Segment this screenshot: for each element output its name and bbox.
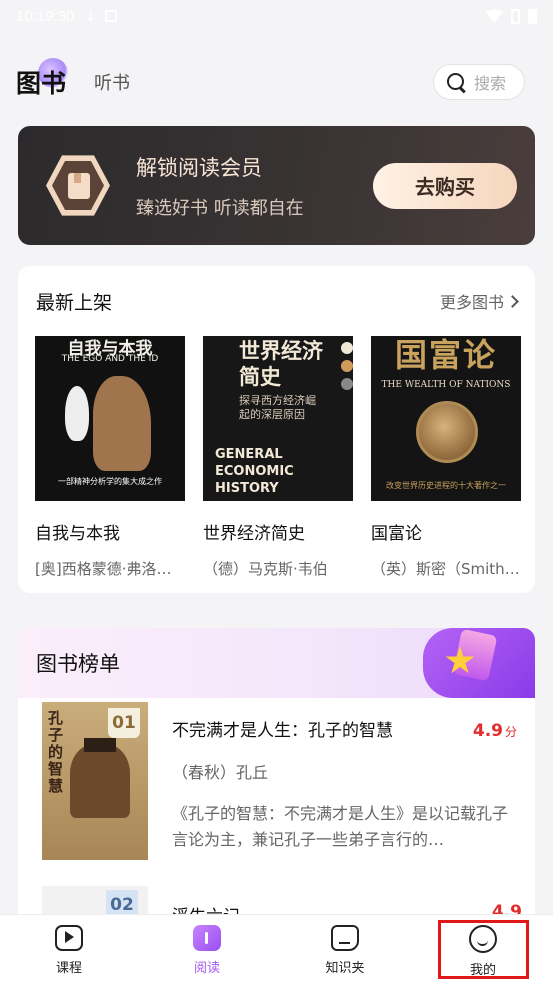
book-cover[interactable]: 自我与本我 THE EGO AND THE ID 一部精神分析学的集大成之作 bbox=[35, 336, 185, 501]
book-title: 不完满才是人生：孔子的智慧 bbox=[172, 721, 393, 741]
status-time: 10:19:30 bbox=[16, 7, 75, 25]
book-cover[interactable]: 世界经济简史 探寻西方经济崛起的深层原因 GENERAL ECONOMIC HI… bbox=[203, 336, 353, 501]
search-input[interactable]: 搜索 bbox=[433, 64, 525, 100]
battery-icon bbox=[528, 8, 537, 24]
book-author: [奥]西格蒙德·弗洛伊德 bbox=[35, 560, 185, 578]
folder-icon bbox=[331, 925, 359, 951]
highlight-box bbox=[438, 920, 529, 979]
chevron-right-icon bbox=[506, 294, 519, 308]
section-title: 图书榜单 bbox=[36, 652, 120, 676]
nav-course[interactable]: 课程 bbox=[0, 915, 138, 984]
star-book-icon bbox=[423, 628, 535, 698]
read-icon bbox=[193, 925, 221, 951]
ranking-item[interactable]: 孔子的智慧 01 不完满才是人生：孔子的智慧 4.9 分 （春秋）孔丘 《孔子的智… bbox=[18, 698, 535, 860]
status-bar: 10:19:30 ↓ bbox=[0, 0, 553, 32]
book-cover[interactable]: 国富论 THE WEALTH OF NATIONS 改变世界历史进程的十大著作之… bbox=[371, 336, 521, 501]
vip-banner[interactable]: 解锁阅读会员 臻选好书 听读都自在 去购买 bbox=[18, 126, 535, 245]
book-description: 《孔子的智慧：不完满才是人生》是以记载孔子言论为主，兼记孔子一些弟子言行的… bbox=[172, 804, 509, 849]
book-author: （英）斯密（Smith, A.） bbox=[371, 560, 521, 578]
book-author: （德）马克斯·韦伯 bbox=[203, 560, 328, 578]
nav-notes[interactable]: 知识夹 bbox=[276, 915, 414, 984]
vip-title: 解锁阅读会员 bbox=[136, 155, 262, 180]
tab-books[interactable]: 图书 bbox=[16, 58, 69, 100]
rank-badge: 01 bbox=[108, 708, 140, 738]
nav-read[interactable]: 阅读 bbox=[138, 915, 276, 984]
book-item[interactable]: 自我与本我 THE EGO AND THE ID 一部精神分析学的集大成之作 自… bbox=[35, 336, 185, 579]
book-cover[interactable]: 孔子的智慧 01 bbox=[42, 702, 148, 860]
new-books-section: 最新上架 更多图书 自我与本我 THE EGO AND THE ID 一部精神分… bbox=[18, 266, 535, 593]
ranking-section: 图书榜单 孔子的智慧 01 不完满才是人生：孔子的智慧 4.9 分 （春秋）孔丘 … bbox=[18, 628, 535, 928]
book-author: （春秋）孔丘 bbox=[172, 763, 269, 782]
download-icon: ↓ bbox=[84, 7, 97, 25]
search-icon bbox=[446, 72, 466, 92]
book-title: 国富论 bbox=[371, 524, 422, 544]
more-books-link[interactable]: 更多图书 bbox=[440, 289, 519, 313]
app-notification-icon bbox=[104, 10, 117, 22]
book-item[interactable]: 国富论 THE WEALTH OF NATIONS 改变世界历史进程的十大著作之… bbox=[371, 336, 521, 579]
wifi-icon bbox=[485, 9, 503, 23]
tab-audiobooks[interactable]: 听书 bbox=[94, 69, 130, 95]
search-placeholder: 搜索 bbox=[474, 74, 507, 93]
vip-book-badge-icon bbox=[46, 154, 110, 218]
book-title: 世界经济简史 bbox=[203, 524, 305, 544]
play-icon bbox=[55, 925, 83, 951]
rating: 4.9 分 bbox=[472, 721, 517, 741]
buy-button[interactable]: 去购买 bbox=[373, 162, 517, 209]
sim-icon bbox=[511, 8, 520, 24]
book-title: 自我与本我 bbox=[35, 524, 120, 544]
top-tabs: 图书 听书 搜索 bbox=[16, 58, 525, 106]
vip-subtitle: 臻选好书 听读都自在 bbox=[136, 197, 304, 219]
book-item[interactable]: 世界经济简史 探寻西方经济崛起的深层原因 GENERAL ECONOMIC HI… bbox=[203, 336, 353, 579]
section-title: 最新上架 bbox=[36, 291, 113, 314]
